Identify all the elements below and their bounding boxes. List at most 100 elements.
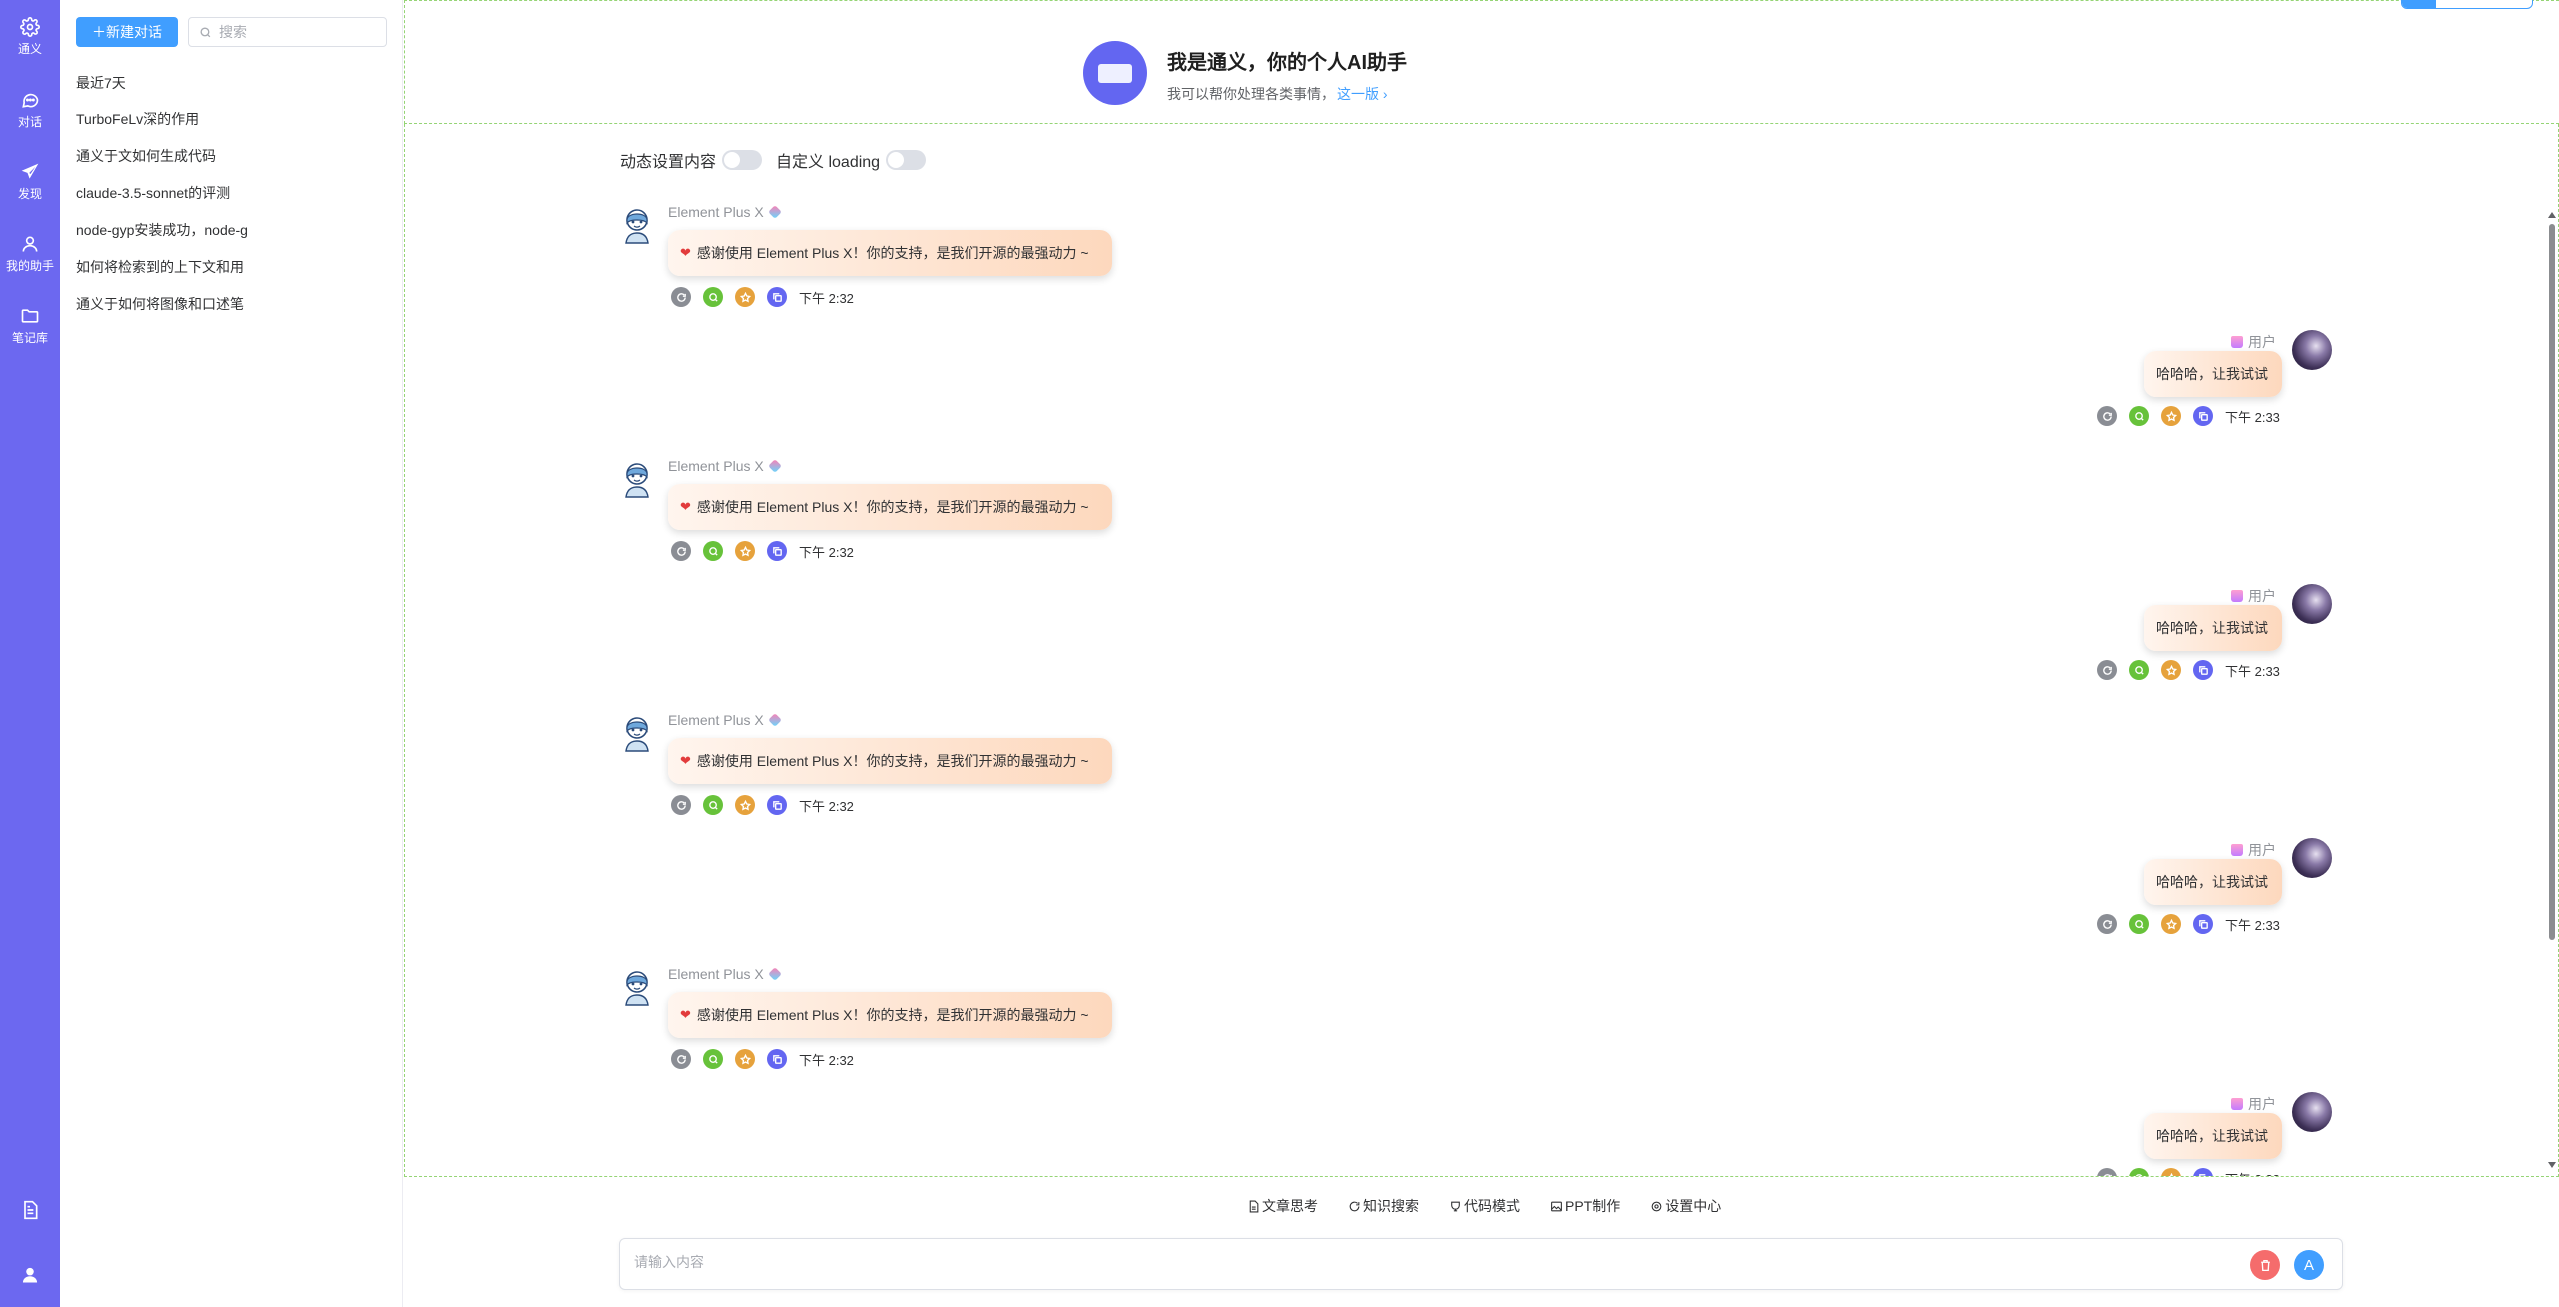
copy-button[interactable] xyxy=(767,1049,787,1069)
settings-icon xyxy=(1651,1201,1662,1211)
welcome-subtitle: 我可以帮你处理各类事情， 这一版 › xyxy=(1167,84,1388,104)
search-button[interactable] xyxy=(703,795,723,815)
conversation-group-title: 最近7天 xyxy=(76,75,126,91)
quick-action-label: 设置中心 xyxy=(1665,1198,1722,1214)
search-button[interactable] xyxy=(703,541,723,561)
welcome-header: 我是通义，你的个人AI助手 我可以帮你处理各类事情， 这一版 › xyxy=(404,0,2559,124)
favorite-button[interactable] xyxy=(735,541,755,561)
scroll-up-arrow-icon[interactable] xyxy=(2548,212,2556,218)
quick-action-search[interactable]: 知识搜索 xyxy=(1348,1196,1419,1216)
gem-icon xyxy=(767,205,782,219)
message-time: 下午 2:32 xyxy=(799,1052,854,1068)
scrollbar[interactable] xyxy=(2546,210,2558,1170)
favorite-button[interactable] xyxy=(735,287,755,307)
welcome-link[interactable]: 这一版 › xyxy=(1337,86,1388,102)
assistant-message-text: 感谢使用 Element Plus X！你的支持，是我们开源的最强动力 ~ xyxy=(696,753,1089,769)
copy-button[interactable] xyxy=(2193,1168,2213,1176)
favorite-button[interactable] xyxy=(2161,914,2181,934)
rail-document-button[interactable] xyxy=(0,1200,60,1220)
refresh-icon xyxy=(2102,411,2112,421)
regenerate-button[interactable] xyxy=(2097,406,2117,426)
assistant-name: Element Plus X xyxy=(668,204,782,220)
icon-rail: 通义 对话 发现 我的助手 笔记库 xyxy=(0,0,60,1307)
regenerate-button[interactable] xyxy=(2097,660,2117,680)
custom-loading-switch[interactable] xyxy=(886,150,927,170)
quick-action-label: PPT制作 xyxy=(1565,1198,1621,1214)
rail-item-discover[interactable]: 发现 xyxy=(0,162,60,222)
new-conversation-button[interactable]: ＋新建对话 xyxy=(76,17,178,47)
paper-plane-icon xyxy=(21,163,39,179)
copy-button[interactable] xyxy=(2193,406,2213,426)
dynamic-content-switch[interactable] xyxy=(722,150,763,170)
send-button[interactable]: A xyxy=(2294,1250,2324,1280)
assistant-message-bubble: ❤ 感谢使用 Element Plus X！你的支持，是我们开源的最强动力 ~ xyxy=(668,484,1112,530)
regenerate-button[interactable] xyxy=(671,541,691,561)
rail-item-tongyi[interactable]: 通义 xyxy=(0,17,60,77)
regenerate-button[interactable] xyxy=(2097,1168,2117,1176)
message-sender: A xyxy=(619,1238,2343,1290)
search-input[interactable] xyxy=(219,24,379,40)
rail-profile-button[interactable] xyxy=(0,1265,60,1285)
quick-action-article[interactable]: 文章思考 xyxy=(1247,1196,1318,1216)
conversation-item[interactable]: TurboFeLv深的作用 xyxy=(76,109,386,146)
copy-button[interactable] xyxy=(2193,914,2213,934)
quick-action-settings[interactable]: 设置中心 xyxy=(1650,1196,1721,1216)
cake-icon xyxy=(2231,590,2243,602)
search-button[interactable] xyxy=(2129,1168,2149,1176)
assistant-name-text: Element Plus X xyxy=(668,204,764,220)
user-name-text: 用户 xyxy=(2248,588,2276,604)
conversation-item[interactable]: 如何将检索到的上下文和用 xyxy=(76,257,386,294)
regenerate-button[interactable] xyxy=(671,795,691,815)
folder-icon xyxy=(21,309,39,323)
conversation-item[interactable]: 通义于文如何生成代码 xyxy=(76,146,386,183)
search-icon xyxy=(2134,1173,2143,1176)
user-message-text: 哈哈哈，让我试试 xyxy=(2156,366,2268,382)
user-name: 用户 xyxy=(2231,332,2276,352)
conversation-item[interactable]: claude-3.5-sonnet的评测 xyxy=(76,183,386,220)
search-box[interactable] xyxy=(188,17,387,47)
scroll-down-arrow-icon[interactable] xyxy=(2548,1162,2556,1168)
conversation-item[interactable]: 通义于如何将图像和口述笔 xyxy=(76,294,386,331)
favorite-button[interactable] xyxy=(2161,1168,2181,1176)
search-button[interactable] xyxy=(2129,660,2149,680)
assistant-avatar-icon xyxy=(620,206,654,244)
favorite-button[interactable] xyxy=(735,1049,755,1069)
message-actions: 下午 2:33 xyxy=(2097,914,2280,934)
heart-icon: ❤ xyxy=(680,1007,691,1022)
search-button[interactable] xyxy=(703,287,723,307)
top-right-button[interactable] xyxy=(2401,0,2533,9)
favorite-button[interactable] xyxy=(2161,406,2181,426)
copy-button[interactable] xyxy=(767,541,787,561)
regenerate-button[interactable] xyxy=(671,1049,691,1069)
copy-button[interactable] xyxy=(767,287,787,307)
favorite-button[interactable] xyxy=(735,795,755,815)
conversation-list: TurboFeLv深的作用 通义于文如何生成代码 claude-3.5-sonn… xyxy=(76,109,386,331)
regenerate-button[interactable] xyxy=(671,287,691,307)
favorite-button[interactable] xyxy=(2161,660,2181,680)
quick-action-code[interactable]: 代码模式 xyxy=(1449,1196,1520,1216)
search-button[interactable] xyxy=(2129,914,2149,934)
user-avatar xyxy=(2292,330,2332,370)
user-name: 用户 xyxy=(2231,586,2276,606)
quick-action-ppt[interactable]: PPT制作 xyxy=(1550,1196,1620,1216)
copy-icon xyxy=(2198,919,2208,929)
scrollbar-thumb[interactable] xyxy=(2549,224,2555,940)
user-profile-icon xyxy=(22,1267,38,1283)
conversation-sidebar: ＋新建对话 最近7天 TurboFeLv深的作用 通义于文如何生成代码 clau… xyxy=(60,0,403,1307)
rail-item-chat[interactable]: 对话 xyxy=(0,90,60,150)
rail-item-assistant[interactable]: 我的助手 xyxy=(0,234,60,294)
copy-button[interactable] xyxy=(2193,660,2213,680)
message-input[interactable] xyxy=(634,1254,2184,1270)
regenerate-button[interactable] xyxy=(2097,914,2117,934)
search-icon xyxy=(2134,411,2144,421)
image-icon xyxy=(1551,1201,1562,1211)
search-button[interactable] xyxy=(703,1049,723,1069)
copy-button[interactable] xyxy=(767,795,787,815)
rail-item-notes[interactable]: 笔记库 xyxy=(0,306,60,366)
search-button[interactable] xyxy=(2129,406,2149,426)
assistant-message-bubble: ❤ 感谢使用 Element Plus X！你的支持，是我们开源的最强动力 ~ xyxy=(668,992,1112,1038)
message-time: 下午 2:33 xyxy=(2225,663,2280,679)
assistant-name-text: Element Plus X xyxy=(668,712,764,728)
clear-button[interactable] xyxy=(2250,1250,2280,1280)
conversation-item[interactable]: node-gyp安装成功，node-g xyxy=(76,220,386,257)
